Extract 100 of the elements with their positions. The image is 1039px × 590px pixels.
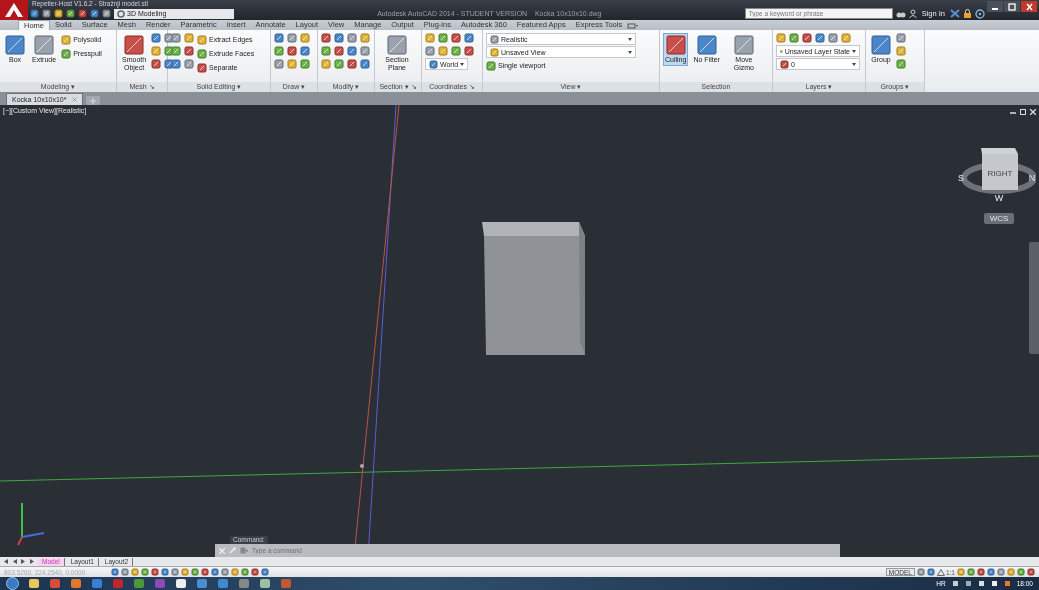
- tool-icon[interactable]: [321, 59, 331, 69]
- taskbar-app-icon[interactable]: [28, 578, 40, 589]
- taskbar-app-icon[interactable]: [175, 578, 187, 589]
- tool-icon[interactable]: [387, 35, 407, 55]
- tool-icon[interactable]: [334, 33, 344, 43]
- tool-icon[interactable]: [841, 33, 851, 43]
- tool-icon[interactable]: [896, 59, 906, 69]
- tool-icon[interactable]: [896, 33, 906, 43]
- status-toggle-icon[interactable]: [926, 568, 935, 576]
- status-toggle-icon[interactable]: [957, 568, 965, 576]
- status-toggle-icon[interactable]: [261, 568, 269, 576]
- status-toggle-icon[interactable]: [151, 568, 159, 576]
- tool-icon[interactable]: [184, 33, 194, 43]
- tool-icon[interactable]: [733, 35, 754, 55]
- tool-icon[interactable]: [789, 33, 799, 43]
- tool-icon[interactable]: [486, 60, 496, 71]
- status-toggle-icon[interactable]: [121, 568, 129, 576]
- tool-icon[interactable]: [171, 59, 181, 69]
- coordinate-system-menu[interactable]: WCS: [984, 213, 1014, 224]
- status-toggle-icon[interactable]: [1007, 568, 1015, 576]
- tool-icon[interactable]: [300, 33, 310, 43]
- tool-icon[interactable]: [438, 46, 448, 56]
- tool-icon[interactable]: [464, 46, 474, 56]
- status-toggle-icon[interactable]: [977, 568, 985, 576]
- tool-icon[interactable]: [34, 35, 55, 55]
- tool-icon[interactable]: [184, 46, 194, 56]
- tool-icon[interactable]: [171, 33, 181, 43]
- tool-icon[interactable]: [425, 46, 435, 56]
- taskbar-app-icon[interactable]: [259, 578, 271, 589]
- tool-icon[interactable]: [360, 33, 370, 43]
- status-toggle-icon[interactable]: [241, 568, 249, 576]
- tool-icon[interactable]: [287, 46, 297, 56]
- app-logo[interactable]: [0, 0, 28, 20]
- tool-icon[interactable]: [197, 48, 207, 59]
- taskbar-app-icon[interactable]: [70, 578, 82, 589]
- tool-icon[interactable]: [464, 33, 474, 43]
- close-icon[interactable]: [1023, 1, 1035, 12]
- status-toggle-icon[interactable]: [191, 568, 199, 576]
- tool-icon[interactable]: [347, 33, 357, 43]
- tool-icon[interactable]: [896, 46, 906, 56]
- tool-icon[interactable]: [124, 35, 145, 55]
- tool-icon[interactable]: [321, 46, 331, 56]
- status-toggle-icon[interactable]: [221, 568, 229, 576]
- tool-icon[interactable]: [490, 47, 499, 57]
- status-toggle-icon[interactable]: [997, 568, 1005, 576]
- tool-icon[interactable]: [425, 33, 435, 43]
- tool-icon[interactable]: [360, 46, 370, 56]
- toolbar-icon[interactable]: [66, 9, 75, 18]
- tool-icon[interactable]: [61, 48, 72, 59]
- new-tab-button[interactable]: [86, 96, 101, 105]
- toolbar-icon[interactable]: [42, 9, 51, 18]
- viewcube-face-label[interactable]: RIGHT: [987, 169, 1013, 178]
- tool-icon[interactable]: [451, 33, 461, 43]
- tool-icon[interactable]: [347, 46, 357, 56]
- compass-letter[interactable]: N: [1028, 173, 1036, 183]
- tool-icon[interactable]: [321, 33, 331, 43]
- annotation-scale-icon[interactable]: [936, 568, 945, 576]
- toolbar-icon[interactable]: [30, 9, 39, 18]
- tool-icon[interactable]: [360, 59, 370, 69]
- tool-icon[interactable]: [197, 62, 207, 73]
- tool-icon[interactable]: [780, 59, 789, 69]
- status-toggle-icon[interactable]: [161, 568, 169, 576]
- tool-icon[interactable]: [815, 33, 825, 43]
- tool-icon[interactable]: [490, 34, 499, 44]
- tool-icon[interactable]: [776, 33, 786, 43]
- restore-icon[interactable]: [1020, 109, 1026, 115]
- tool-icon[interactable]: [274, 33, 284, 43]
- tool-icon[interactable]: [802, 33, 812, 43]
- status-toggle-icon[interactable]: [201, 568, 209, 576]
- status-toggle-icon[interactable]: [1017, 568, 1025, 576]
- status-toggle-icon[interactable]: [231, 568, 239, 576]
- status-toggle-icon[interactable]: [111, 568, 119, 576]
- user-icon[interactable]: [908, 9, 917, 18]
- status-toggle-icon[interactable]: [967, 568, 975, 576]
- toolbar-icon[interactable]: [102, 9, 111, 18]
- tool-icon[interactable]: [871, 35, 891, 55]
- status-toggle-icon[interactable]: [211, 568, 219, 576]
- tool-icon[interactable]: [451, 46, 461, 56]
- tool-icon[interactable]: [287, 59, 297, 69]
- restore-icon[interactable]: [1006, 1, 1018, 12]
- help-icon[interactable]: [975, 8, 985, 19]
- tool-icon[interactable]: [300, 59, 310, 69]
- tool-icon[interactable]: [61, 34, 72, 45]
- tool-icon[interactable]: [828, 33, 838, 43]
- tool-icon[interactable]: [151, 46, 162, 56]
- tool-icon[interactable]: [696, 35, 717, 55]
- tool-icon[interactable]: [429, 59, 438, 69]
- tool-icon[interactable]: [300, 46, 310, 56]
- compass-letter[interactable]: S: [958, 173, 964, 183]
- tool-icon[interactable]: [274, 59, 284, 69]
- tool-icon[interactable]: [197, 34, 207, 45]
- lock-icon[interactable]: [963, 9, 972, 18]
- toolbar-icon[interactable]: [90, 9, 99, 18]
- tool-icon[interactable]: [171, 46, 181, 56]
- tool-icon[interactable]: [334, 46, 344, 56]
- viewcube-drawing[interactable]: [981, 148, 1018, 190]
- tool-icon[interactable]: [274, 46, 284, 56]
- toolbar-icon[interactable]: [78, 9, 87, 18]
- status-toggle-icon[interactable]: [987, 568, 995, 576]
- start-button-icon[interactable]: [6, 577, 19, 590]
